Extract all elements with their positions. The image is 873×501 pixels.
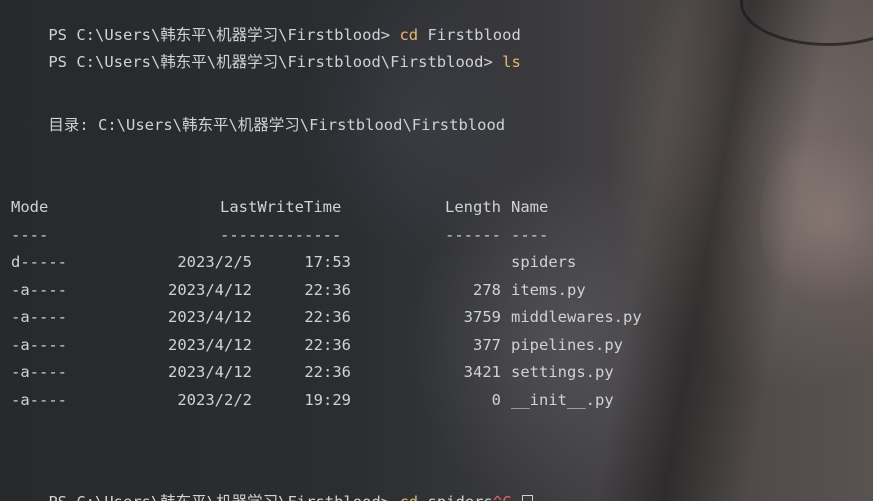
row-date: 2023/4/12: [168, 308, 252, 326]
listing-row: d----- 2023/2/5 17:53 spiders: [0, 252, 873, 272]
command-line-1: PS C:\Users\韩东平\机器学习\Firstblood> cd Firs…: [11, 5, 520, 44]
prompt: PS C:\Users\韩东平\机器学习\Firstblood\Firstblo…: [48, 53, 493, 71]
row-time: 19:29: [304, 391, 351, 409]
listing-row: -a---- 2023/4/12 22:36 278 items.py: [0, 280, 873, 300]
row-mode: d-----: [11, 253, 67, 271]
directory-line: 目录: C:\Users\韩东平\机器学习\Firstblood\Firstbl…: [11, 116, 506, 134]
row-mode: -a----: [11, 363, 67, 381]
row-length: 0: [491, 391, 501, 409]
listing-row: -a---- 2023/4/12 22:36 3421 settings.py: [0, 362, 873, 382]
row-length: 377: [473, 336, 501, 354]
wallpaper-glasses: [740, 0, 873, 46]
listing-header: Mode LastWriteTime Length Name: [0, 197, 873, 217]
wallpaper-hair: [595, 0, 835, 501]
separator-length: ------: [445, 226, 501, 244]
row-length: 3421: [463, 363, 501, 381]
separator-name: ----: [511, 226, 549, 244]
text-cursor: [522, 495, 533, 501]
separator-lastwritetime: -------------: [220, 226, 342, 244]
row-name: middlewares.py: [511, 308, 642, 326]
prompt: PS C:\Users\韩东平\机器学习\Firstblood>: [48, 493, 390, 501]
command-line-current[interactable]: PS C:\Users\韩东平\机器学习\Firstblood> cd spid…: [11, 472, 511, 501]
row-name: settings.py: [511, 363, 614, 381]
listing-row: -a---- 2023/4/12 22:36 377 pipelines.py: [0, 335, 873, 355]
row-date: 2023/4/12: [168, 336, 252, 354]
row-time: 22:36: [304, 281, 351, 299]
separator-mode: ----: [11, 226, 49, 244]
command-arg: spiders: [427, 493, 492, 501]
row-name: spiders: [511, 253, 577, 271]
interrupt-marker: ^C: [493, 493, 512, 501]
row-time: 22:36: [304, 363, 351, 381]
row-time: 22:36: [304, 308, 351, 326]
row-time: 22:36: [304, 336, 351, 354]
header-length: Length: [445, 198, 501, 216]
row-name: pipelines.py: [511, 336, 623, 354]
listing-row: -a---- 2023/2/2 19:29 0 __init__.py: [0, 390, 873, 410]
row-name: __init__.py: [511, 391, 614, 409]
row-length: 3759: [463, 308, 501, 326]
listing-separator: ---- ------------- ------ ----: [0, 225, 873, 245]
row-mode: -a----: [11, 336, 67, 354]
row-time: 17:53: [304, 253, 351, 271]
row-date: 2023/4/12: [168, 363, 252, 381]
header-name: Name: [511, 198, 549, 216]
row-date: 2023/2/2: [177, 391, 252, 409]
row-date: 2023/2/5: [177, 253, 252, 271]
row-mode: -a----: [11, 308, 67, 326]
command: ls: [502, 53, 521, 71]
row-date: 2023/4/12: [168, 281, 252, 299]
header-mode: Mode: [11, 198, 49, 216]
row-mode: -a----: [11, 391, 67, 409]
row-length: 278: [473, 281, 501, 299]
command: cd: [399, 493, 418, 501]
command-line-2: PS C:\Users\韩东平\机器学习\Firstblood\Firstblo…: [11, 32, 520, 71]
terminal-window[interactable]: PS C:\Users\韩东平\机器学习\Firstblood> cd Firs…: [0, 0, 873, 501]
row-name: items.py: [511, 281, 586, 299]
header-lastwritetime: LastWriteTime: [220, 198, 342, 216]
row-length: [380, 252, 501, 272]
listing-row: -a---- 2023/4/12 22:36 3759 middlewares.…: [0, 307, 873, 327]
row-mode: -a----: [11, 281, 67, 299]
